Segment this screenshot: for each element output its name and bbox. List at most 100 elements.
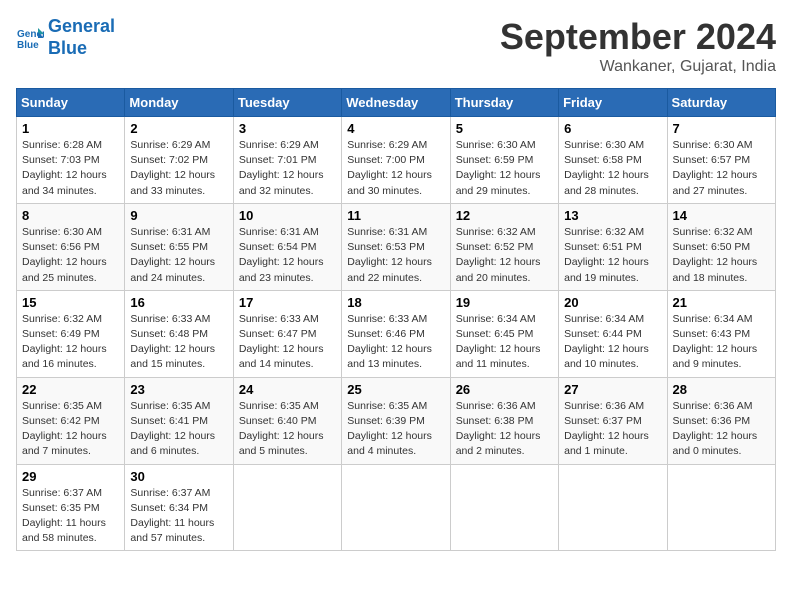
logo-icon: General Blue — [16, 24, 44, 52]
day-info: Sunrise: 6:32 AMSunset: 6:49 PMDaylight:… — [22, 312, 119, 373]
day-info: Sunrise: 6:28 AMSunset: 7:03 PMDaylight:… — [22, 138, 119, 199]
day-info: Sunrise: 6:31 AMSunset: 6:54 PMDaylight:… — [239, 225, 336, 286]
day-number: 29 — [22, 469, 119, 484]
logo-text: General Blue — [48, 16, 115, 59]
day-info: Sunrise: 6:35 AMSunset: 6:39 PMDaylight:… — [347, 399, 444, 460]
day-number: 1 — [22, 121, 119, 136]
calendar-cell: 16Sunrise: 6:33 AMSunset: 6:48 PMDayligh… — [125, 290, 233, 377]
calendar-cell: 28Sunrise: 6:36 AMSunset: 6:36 PMDayligh… — [667, 377, 775, 464]
day-number: 19 — [456, 295, 553, 310]
day-info: Sunrise: 6:29 AMSunset: 7:02 PMDaylight:… — [130, 138, 227, 199]
calendar-cell — [667, 464, 775, 551]
day-number: 21 — [673, 295, 770, 310]
calendar-cell: 5Sunrise: 6:30 AMSunset: 6:59 PMDaylight… — [450, 117, 558, 204]
calendar-cell: 24 Sunrise: 6:35 AMSunset: 6:40 PMDayligh… — [233, 377, 341, 464]
day-number: 6 — [564, 121, 661, 136]
calendar-cell: 9Sunrise: 6:31 AMSunset: 6:55 PMDaylight… — [125, 203, 233, 290]
day-number: 13 — [564, 208, 661, 223]
header-day-tuesday: Tuesday — [233, 89, 341, 117]
calendar-cell — [559, 464, 667, 551]
header-day-sunday: Sunday — [17, 89, 125, 117]
day-info: Sunrise: 6:29 AMSunset: 7:01 PMDaylight:… — [239, 138, 336, 199]
day-number: 2 — [130, 121, 227, 136]
header-day-thursday: Thursday — [450, 89, 558, 117]
day-info: Sunrise: 6:31 AMSunset: 6:55 PMDaylight:… — [130, 225, 227, 286]
calendar-cell — [233, 464, 341, 551]
day-number: 12 — [456, 208, 553, 223]
calendar-cell: 22 Sunrise: 6:35 AMSunset: 6:42 PMDayligh… — [17, 377, 125, 464]
day-number: 11 — [347, 208, 444, 223]
day-number: 23 — [130, 382, 227, 397]
day-number: 27 — [564, 382, 661, 397]
calendar-cell — [342, 464, 450, 551]
calendar-cell: 21 Sunrise: 6:34 AMSunset: 6:43 PMDayligh… — [667, 290, 775, 377]
day-info: Sunrise: 6:35 AMSunset: 6:40 PMDaylight:… — [239, 399, 336, 460]
day-info: Sunrise: 6:34 AMSunset: 6:43 PMDaylight:… — [673, 312, 770, 373]
calendar-cell: 19 Sunrise: 6:34 AMSunset: 6:45 PMDayligh… — [450, 290, 558, 377]
day-info: Sunrise: 6:33 AMSunset: 6:46 PMDaylight:… — [347, 312, 444, 373]
calendar-cell: 12 Sunrise: 6:32 AMSunset: 6:52 PMDayligh… — [450, 203, 558, 290]
week-row-1: 1 Sunrise: 6:28 AMSunset: 7:03 PMDaylight… — [17, 117, 776, 204]
calendar-cell: 25 Sunrise: 6:35 AMSunset: 6:39 PMDayligh… — [342, 377, 450, 464]
calendar-cell: 14Sunrise: 6:32 AMSunset: 6:50 PMDayligh… — [667, 203, 775, 290]
month-title: September 2024 — [500, 16, 776, 58]
calendar-cell: 13 Sunrise: 6:32 AMSunset: 6:51 PMDayligh… — [559, 203, 667, 290]
week-row-5: 29 Sunrise: 6:37 AMSunset: 6:35 PMDayligh… — [17, 464, 776, 551]
day-number: 26 — [456, 382, 553, 397]
day-info: Sunrise: 6:30 AMSunset: 6:58 PMDaylight:… — [564, 138, 661, 199]
day-number: 15 — [22, 295, 119, 310]
calendar-cell: 29 Sunrise: 6:37 AMSunset: 6:35 PMDayligh… — [17, 464, 125, 551]
calendar-cell: 23Sunrise: 6:35 AMSunset: 6:41 PMDayligh… — [125, 377, 233, 464]
day-number: 17 — [239, 295, 336, 310]
calendar-cell: 8 Sunrise: 6:30 AMSunset: 6:56 PMDaylight… — [17, 203, 125, 290]
calendar-header-row: SundayMondayTuesdayWednesdayThursdayFrid… — [17, 89, 776, 117]
day-info: Sunrise: 6:36 AMSunset: 6:38 PMDaylight:… — [456, 399, 553, 460]
header-day-saturday: Saturday — [667, 89, 775, 117]
calendar-cell: 20Sunrise: 6:34 AMSunset: 6:44 PMDayligh… — [559, 290, 667, 377]
calendar-cell: 3 Sunrise: 6:29 AMSunset: 7:01 PMDaylight… — [233, 117, 341, 204]
calendar-cell: 26 Sunrise: 6:36 AMSunset: 6:38 PMDayligh… — [450, 377, 558, 464]
calendar-table: SundayMondayTuesdayWednesdayThursdayFrid… — [16, 88, 776, 551]
title-block: September 2024 Wankaner, Gujarat, India — [500, 16, 776, 76]
calendar-cell: 2 Sunrise: 6:29 AMSunset: 7:02 PMDaylight… — [125, 117, 233, 204]
header-day-friday: Friday — [559, 89, 667, 117]
location-title: Wankaner, Gujarat, India — [500, 58, 776, 76]
calendar-cell: 17 Sunrise: 6:33 AMSunset: 6:47 PMDayligh… — [233, 290, 341, 377]
header-day-monday: Monday — [125, 89, 233, 117]
logo: General Blue General Blue — [16, 16, 115, 59]
calendar-cell — [450, 464, 558, 551]
day-info: Sunrise: 6:32 AMSunset: 6:51 PMDaylight:… — [564, 225, 661, 286]
day-info: Sunrise: 6:34 AMSunset: 6:45 PMDaylight:… — [456, 312, 553, 373]
day-number: 3 — [239, 121, 336, 136]
day-number: 8 — [22, 208, 119, 223]
calendar-cell: 11Sunrise: 6:31 AMSunset: 6:53 PMDayligh… — [342, 203, 450, 290]
week-row-4: 22 Sunrise: 6:35 AMSunset: 6:42 PMDayligh… — [17, 377, 776, 464]
calendar-cell: 27Sunrise: 6:36 AMSunset: 6:37 PMDayligh… — [559, 377, 667, 464]
day-info: Sunrise: 6:30 AMSunset: 6:56 PMDaylight:… — [22, 225, 119, 286]
day-info: Sunrise: 6:32 AMSunset: 6:52 PMDaylight:… — [456, 225, 553, 286]
day-number: 7 — [673, 121, 770, 136]
day-info: Sunrise: 6:37 AMSunset: 6:35 PMDaylight:… — [22, 486, 119, 547]
day-number: 25 — [347, 382, 444, 397]
page-header: General Blue General Blue September 2024… — [16, 16, 776, 76]
day-info: Sunrise: 6:34 AMSunset: 6:44 PMDaylight:… — [564, 312, 661, 373]
day-info: Sunrise: 6:29 AMSunset: 7:00 PMDaylight:… — [347, 138, 444, 199]
day-number: 28 — [673, 382, 770, 397]
week-row-3: 15 Sunrise: 6:32 AMSunset: 6:49 PMDayligh… — [17, 290, 776, 377]
svg-text:Blue: Blue — [17, 40, 39, 51]
calendar-cell: 4 Sunrise: 6:29 AMSunset: 7:00 PMDaylight… — [342, 117, 450, 204]
calendar-cell: 7 Sunrise: 6:30 AMSunset: 6:57 PMDaylight… — [667, 117, 775, 204]
day-info: Sunrise: 6:35 AMSunset: 6:42 PMDaylight:… — [22, 399, 119, 460]
day-number: 14 — [673, 208, 770, 223]
header-day-wednesday: Wednesday — [342, 89, 450, 117]
day-number: 16 — [130, 295, 227, 310]
day-info: Sunrise: 6:33 AMSunset: 6:47 PMDaylight:… — [239, 312, 336, 373]
day-number: 24 — [239, 382, 336, 397]
day-info: Sunrise: 6:30 AMSunset: 6:59 PMDaylight:… — [456, 138, 553, 199]
day-info: Sunrise: 6:30 AMSunset: 6:57 PMDaylight:… — [673, 138, 770, 199]
calendar-cell: 1 Sunrise: 6:28 AMSunset: 7:03 PMDaylight… — [17, 117, 125, 204]
calendar-cell: 10Sunrise: 6:31 AMSunset: 6:54 PMDayligh… — [233, 203, 341, 290]
week-row-2: 8 Sunrise: 6:30 AMSunset: 6:56 PMDaylight… — [17, 203, 776, 290]
day-number: 4 — [347, 121, 444, 136]
day-number: 22 — [22, 382, 119, 397]
